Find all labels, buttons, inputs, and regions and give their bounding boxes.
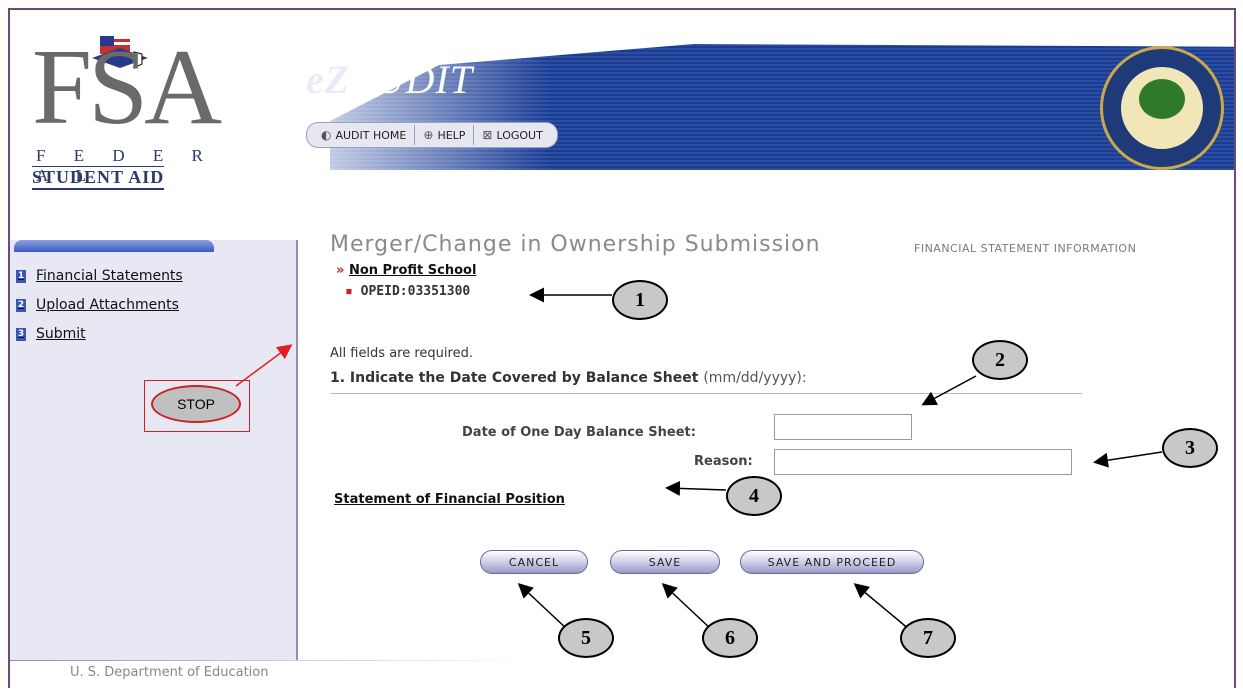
annotation-arrows [235,287,1163,631]
callout-3: 3 [1162,428,1218,468]
callout-1: 1 [612,280,668,320]
callout-5: 5 [558,618,614,658]
callout-2: 2 [972,340,1028,380]
callout-2-arrow [921,375,977,406]
callout-6-arrow [661,582,713,631]
callout-4-arrow [665,480,727,496]
callout-3-arrow [1093,451,1163,468]
callout-7: 7 [900,618,956,658]
stop-arrow [235,344,293,387]
callout-5-arrow [517,582,569,631]
callout-7-arrow [853,583,911,631]
callout-6: 6 [702,618,758,658]
callout-4: 4 [726,476,782,516]
